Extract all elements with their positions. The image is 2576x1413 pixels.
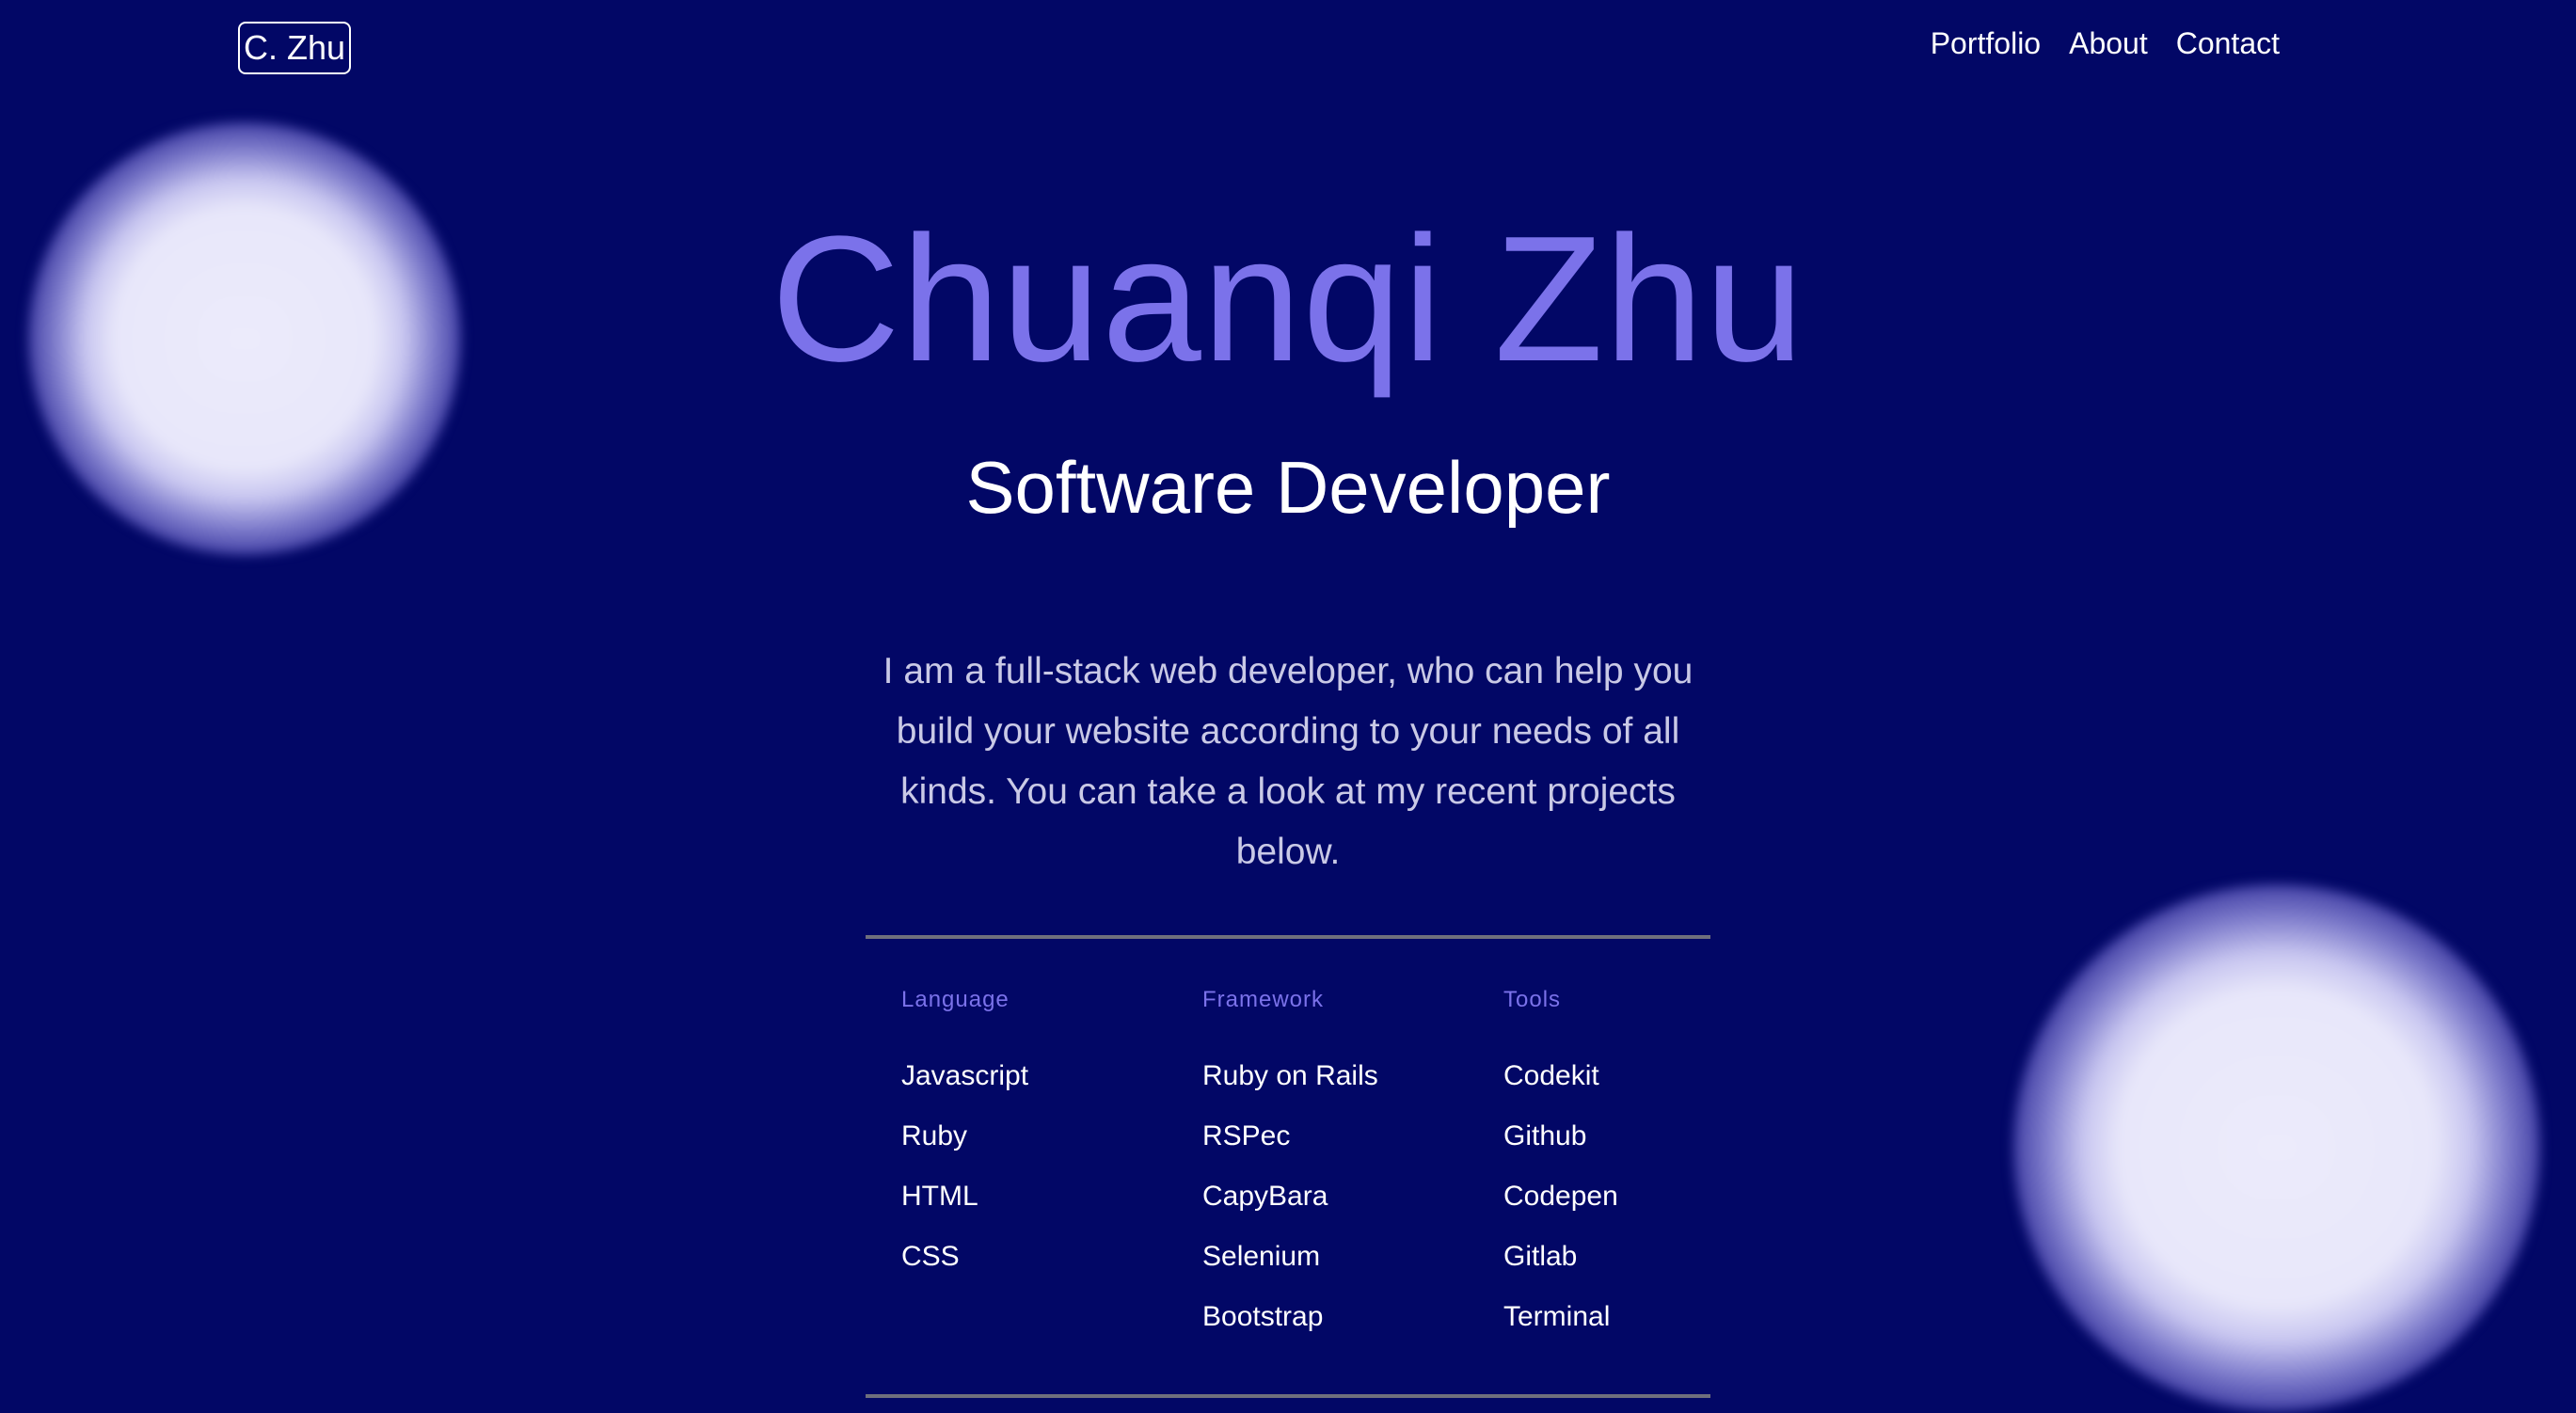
skill-item: RSPec <box>1202 1120 1291 1151</box>
logo-home-link[interactable]: C. Zhu <box>238 22 351 74</box>
skill-item: Ruby on Rails <box>1202 1060 1378 1091</box>
skills-divider-top <box>866 935 1710 939</box>
hero-role: Software Developer <box>965 446 1611 529</box>
decorative-glow-orb-right <box>2013 884 2540 1411</box>
skills-table: Language Javascript Ruby HTML CSS Framew… <box>901 988 1805 1347</box>
skill-item: Codekit <box>1503 1060 1599 1091</box>
skill-item: Ruby <box>901 1120 968 1151</box>
skill-item: CSS <box>901 1241 960 1272</box>
skill-item: Bootstrap <box>1202 1301 1324 1332</box>
skill-item: CapyBara <box>1202 1181 1328 1212</box>
skills-column-tools: Tools Codekit Github Codepen Gitlab Term… <box>1503 988 1805 1347</box>
hero-name: Chuanqi Zhu <box>771 199 1805 399</box>
nav-portfolio-link[interactable]: Portfolio <box>1931 23 2041 64</box>
column-heading: Tools <box>1503 987 1562 1012</box>
skill-item: Github <box>1503 1120 1587 1151</box>
skills-divider-bottom <box>866 1394 1710 1398</box>
skills-column-framework: Framework Ruby on Rails RSPec CapyBara S… <box>1202 988 1503 1347</box>
skill-item: Codepen <box>1503 1181 1618 1212</box>
nav-contact-link[interactable]: Contact <box>2176 23 2280 64</box>
skill-item: Javascript <box>901 1060 1029 1091</box>
skill-item: Selenium <box>1202 1241 1321 1272</box>
main-nav: Portfolio About Contact <box>1931 23 2280 64</box>
page: C. Zhu Portfolio About Contact Chuanqi Z… <box>0 0 2576 1413</box>
skill-item: HTML <box>901 1181 978 1212</box>
column-heading: Framework <box>1202 987 1325 1012</box>
column-heading: Language <box>901 987 1010 1012</box>
nav-about-link[interactable]: About <box>2069 23 2148 64</box>
intro-paragraph: I am a full-stack web developer, who can… <box>883 651 1693 872</box>
skill-item: Gitlab <box>1503 1241 1578 1272</box>
skills-column-language: Language Javascript Ruby HTML CSS <box>901 988 1202 1347</box>
skill-item: Terminal <box>1503 1301 1611 1332</box>
